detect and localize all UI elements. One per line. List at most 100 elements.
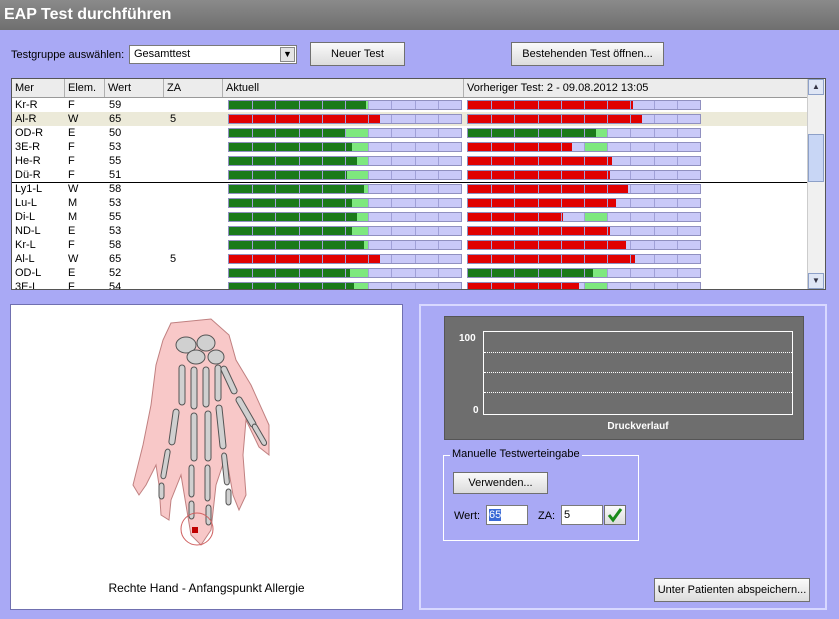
bar-fill <box>468 129 596 137</box>
previous-bar <box>467 114 701 124</box>
current-bar <box>228 170 462 180</box>
cell-elem: E <box>68 225 76 237</box>
pressure-ymax: 100 <box>459 333 476 344</box>
col-previous[interactable]: Vorheriger Test: 2 - 09.08.2012 13:05 <box>464 79 809 97</box>
table-row[interactable]: Lu-L M 53 <box>12 196 809 210</box>
pressure-ymin: 0 <box>473 405 479 416</box>
cell-elem: M <box>68 197 78 209</box>
cell-mer: 3E-L <box>15 281 39 290</box>
table-row[interactable]: OD-L E 52 <box>12 266 809 280</box>
wert-value: 65 <box>489 509 502 521</box>
cell-mer: OD-R <box>15 127 44 139</box>
table-row[interactable]: OD-R E 50 <box>12 126 809 140</box>
previous-bar <box>467 268 701 278</box>
chevron-down-icon[interactable]: ▼ <box>280 47 295 62</box>
col-wert[interactable]: Wert <box>105 79 164 97</box>
cell-elem: W <box>68 113 79 125</box>
previous-bar <box>467 142 701 152</box>
cell-mer: Lu-L <box>15 197 38 209</box>
cell-mer: Al-R <box>15 113 37 125</box>
meridian-grid[interactable]: Mer Elem. Wert ZA Aktuell Vorheriger Tes… <box>11 78 826 290</box>
current-bar <box>228 114 462 124</box>
table-row[interactable]: Kr-L F 58 <box>12 238 809 252</box>
checkmark-icon <box>607 508 623 523</box>
table-row[interactable]: He-R F 55 <box>12 154 809 168</box>
cell-elem: F <box>68 169 75 181</box>
col-aktuell[interactable]: Aktuell <box>223 79 464 97</box>
bar-fill <box>229 143 352 151</box>
cell-za: 5 <box>170 253 177 265</box>
cell-elem: E <box>68 267 76 279</box>
manual-entry-group: Manuelle Testwerteingabe Verwenden... We… <box>443 448 639 541</box>
bar-fill <box>229 129 345 137</box>
cell-mer: 3E-R <box>15 141 41 153</box>
bar-fill <box>468 115 642 123</box>
cell-elem: E <box>68 127 76 139</box>
cell-wert: 52 <box>109 267 122 279</box>
table-row[interactable]: Dü-R F 51 <box>12 168 809 182</box>
current-bar <box>228 212 462 222</box>
previous-bar <box>467 254 701 264</box>
cell-mer: OD-L <box>15 267 42 279</box>
table-row[interactable]: Di-L M 55 <box>12 210 809 224</box>
cell-elem: F <box>68 99 75 111</box>
table-row[interactable]: 3E-L F 54 <box>12 280 809 290</box>
table-row[interactable]: Al-L W 65 5 <box>12 252 809 266</box>
new-test-button[interactable]: Neuer Test <box>310 42 405 66</box>
previous-bar <box>467 184 701 194</box>
cell-wert: 58 <box>109 183 122 195</box>
use-button[interactable]: Verwenden... <box>453 472 548 494</box>
previous-bar <box>467 282 701 289</box>
previous-bar <box>467 170 701 180</box>
col-mer[interactable]: Mer <box>12 79 65 97</box>
current-bar <box>228 142 462 152</box>
cell-mer: Di-L <box>15 211 36 223</box>
cell-wert: 55 <box>109 211 122 223</box>
current-bar <box>228 240 462 250</box>
current-bar <box>228 268 462 278</box>
cell-mer: ND-L <box>15 225 41 237</box>
bar-fill <box>229 269 350 277</box>
col-za[interactable]: ZA <box>164 79 223 97</box>
table-row[interactable]: Kr-R F 59 <box>12 98 809 112</box>
save-patient-button[interactable]: Unter Patienten abspeichern... <box>654 578 810 602</box>
cell-wert: 50 <box>109 127 122 139</box>
cell-elem: F <box>68 239 75 251</box>
hand-illustration <box>132 318 270 546</box>
scroll-down-icon[interactable]: ▼ <box>808 273 824 289</box>
bar-fill <box>229 213 357 221</box>
cell-mer: Kr-R <box>15 99 38 111</box>
za-input[interactable]: 5 <box>561 505 603 525</box>
table-row[interactable]: Al-R W 65 5 <box>12 112 809 126</box>
current-bar <box>228 156 462 166</box>
cell-mer: He-R <box>15 155 41 167</box>
scroll-up-icon[interactable]: ▲ <box>808 79 824 95</box>
cell-wert: 58 <box>109 239 122 251</box>
cell-elem: F <box>68 281 75 290</box>
bar-fill <box>229 157 357 165</box>
cell-mer: Ly1-L <box>15 183 43 195</box>
cell-wert: 65 <box>109 113 122 125</box>
za-value: 5 <box>564 509 571 521</box>
bar-fill <box>468 143 573 151</box>
previous-bar <box>467 212 701 222</box>
current-bar <box>228 198 462 208</box>
confirm-button[interactable] <box>604 505 626 525</box>
previous-bar <box>467 128 701 138</box>
bar-fill <box>468 255 636 263</box>
col-elem[interactable]: Elem. <box>65 79 105 97</box>
wert-input[interactable]: 65 <box>486 505 528 525</box>
table-row[interactable]: Ly1-L W 58 <box>12 182 809 196</box>
grid-scrollbar[interactable]: ▲ ▼ <box>807 79 825 289</box>
bar-fill <box>229 185 364 193</box>
cell-mer: Al-L <box>15 253 35 265</box>
current-bar <box>228 184 462 194</box>
table-row[interactable]: ND-L E 53 <box>12 224 809 238</box>
open-test-button[interactable]: Bestehenden Test öffnen... <box>511 42 664 66</box>
scroll-thumb[interactable] <box>808 134 824 182</box>
cell-mer: Dü-R <box>15 169 41 181</box>
table-row[interactable]: 3E-R F 53 <box>12 140 809 154</box>
previous-bar <box>467 240 701 250</box>
bar-fill <box>468 283 580 289</box>
testgroup-select[interactable]: Gesamttest ▼ <box>129 45 297 64</box>
